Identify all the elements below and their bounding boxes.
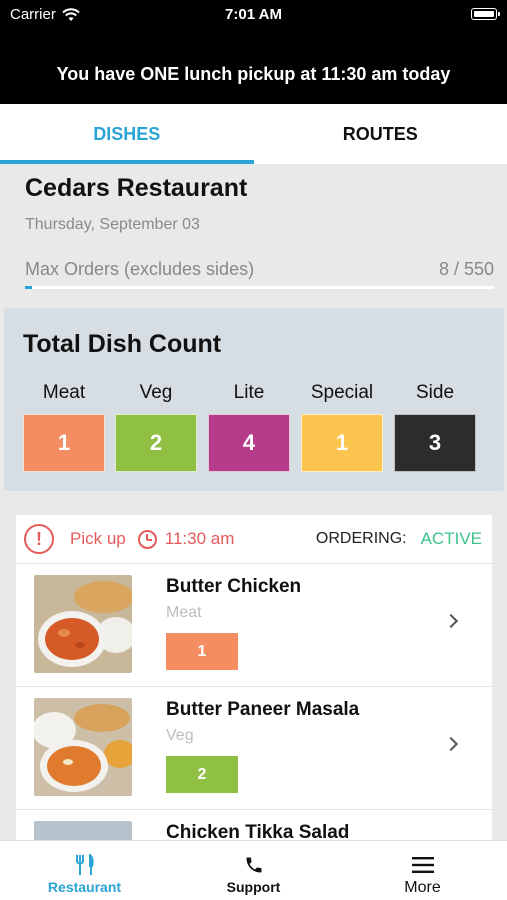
count-label-lite: Lite: [233, 382, 265, 403]
tab-routes[interactable]: ROUTES: [254, 104, 507, 164]
total-dish-count-title: Total Dish Count: [23, 330, 222, 358]
dish-row-butter-chicken[interactable]: Butter Chicken Meat 1: [16, 564, 492, 687]
pickup-banner: You have ONE lunch pickup at 11:30 am to…: [56, 64, 451, 84]
bottom-nav: Restaurant Support More: [0, 840, 507, 900]
dish-category: Meat: [166, 604, 202, 621]
nav-support[interactable]: Support: [169, 841, 338, 900]
battery-icon: [471, 8, 500, 20]
status-bar: Carrier 7:01 AM: [0, 0, 507, 30]
phone-icon: [244, 853, 264, 877]
ordering-label: ORDERING:: [315, 530, 407, 547]
max-orders-progress: [25, 286, 494, 289]
count-label-veg: Veg: [139, 382, 173, 403]
count-label-special: Special: [310, 382, 374, 403]
max-orders-value: 8 / 550: [438, 259, 494, 279]
nav-restaurant-label: Restaurant: [47, 879, 122, 895]
fork-knife-icon: [75, 853, 95, 877]
chevron-right-icon: [443, 613, 459, 629]
restaurant-date: Thursday, September 03: [25, 216, 200, 233]
tab-dishes[interactable]: DISHES: [0, 104, 254, 164]
count-box-side: 3: [394, 414, 476, 472]
dish-category: Veg: [166, 727, 194, 744]
count-lite: Lite 4: [208, 382, 290, 472]
count-box-lite: 4: [208, 414, 290, 472]
pickup-header: ! Pick up 11:30 am ORDERING: ACTIVE: [16, 515, 492, 564]
nav-restaurant[interactable]: Restaurant: [0, 841, 169, 900]
count-veg: Veg 2: [115, 382, 197, 472]
count-label-side: Side: [415, 382, 455, 403]
count-box-meat: 1: [23, 414, 105, 472]
chevron-right-icon: [443, 736, 459, 752]
nav-support-label: Support: [226, 879, 281, 895]
dish-name: Butter Paneer Masala: [166, 699, 360, 720]
nav-more[interactable]: More: [338, 841, 507, 900]
clock-icon: [137, 529, 157, 549]
max-orders-row: Max Orders (excludes sides) 8 / 550: [25, 259, 494, 280]
pickup-dish-list: ! Pick up 11:30 am ORDERING: ACTIVE Butt…: [16, 515, 492, 845]
max-orders-progress-fill: [25, 286, 33, 289]
count-box-veg: 2: [115, 414, 197, 472]
count-side: Side 3: [394, 382, 476, 472]
nav-more-label: More: [404, 879, 441, 896]
dish-name: Butter Chicken: [166, 576, 302, 597]
pickup-label: Pick up: [70, 529, 126, 548]
top-bar: Carrier 7:01 AM You have ONE lunch picku…: [0, 0, 507, 104]
tab-bar: DISHES ROUTES: [0, 104, 507, 164]
count-special: Special 1: [301, 382, 383, 472]
alert-icon: !: [24, 524, 54, 554]
total-dish-count-card: Total Dish Count Meat 1 Veg 2 Lite 4 Spe…: [4, 308, 504, 491]
dish-count-badge: 2: [166, 756, 238, 793]
restaurant-name: Cedars Restaurant: [25, 174, 248, 202]
max-orders-label: Max Orders (excludes sides): [25, 259, 255, 279]
pickup-time: 11:30 am: [164, 529, 235, 548]
status-time: 7:01 AM: [225, 6, 282, 23]
dish-image-butter-chicken: [34, 575, 132, 673]
count-box-special: 1: [301, 414, 383, 472]
count-meat: Meat 1: [23, 382, 105, 472]
ordering-status: ACTIVE: [420, 529, 482, 548]
dish-row-butter-paneer-masala[interactable]: Butter Paneer Masala Veg 2: [16, 687, 492, 810]
count-label-meat: Meat: [42, 382, 86, 403]
dish-count-badge: 1: [166, 633, 238, 670]
dish-image-butter-paneer-masala: [34, 698, 132, 796]
hamburger-menu-icon: [411, 853, 434, 877]
